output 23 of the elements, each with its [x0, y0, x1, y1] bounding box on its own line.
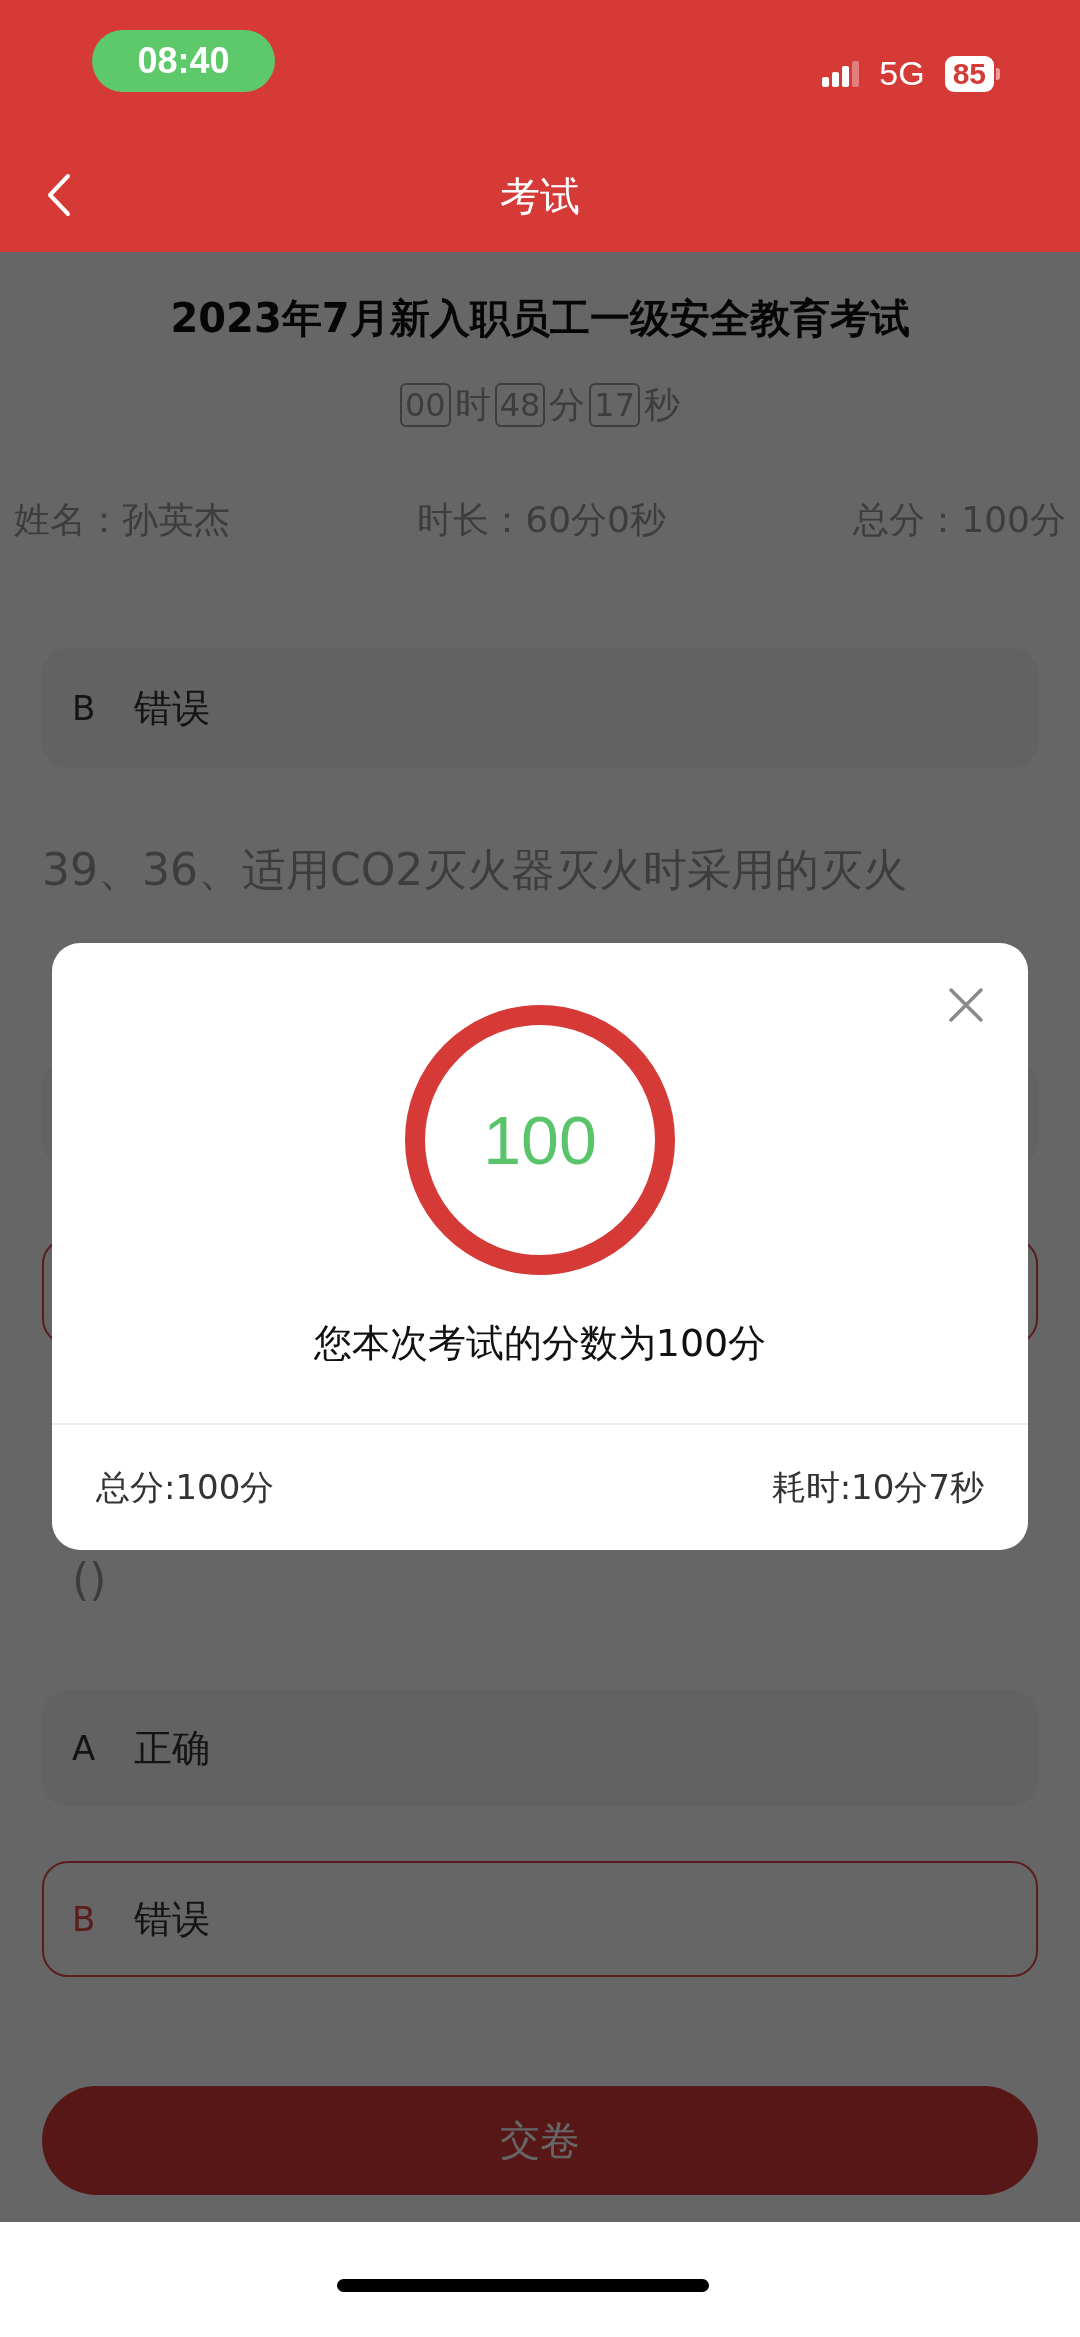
answer-option[interactable]: B 错误: [42, 648, 1038, 768]
status-time: 08:40: [92, 30, 275, 92]
option-letter: B: [71, 1899, 97, 1939]
time-used: 耗时:10分7秒: [771, 1465, 984, 1509]
option-text: 正确: [133, 1724, 210, 1772]
answer-option[interactable]: A 正确: [42, 1690, 1038, 1806]
option-text: 错误: [133, 684, 210, 732]
question-text: (): [71, 1553, 108, 1607]
score-value: 100: [483, 1106, 597, 1174]
signal-icon: [822, 60, 860, 87]
total-score: 总分:100分: [96, 1465, 275, 1509]
battery-cap-icon: [996, 67, 1000, 80]
page-title: 考试: [500, 171, 580, 221]
answer-option[interactable]: B 错误: [42, 1861, 1038, 1977]
option-letter: A: [71, 1728, 97, 1768]
option-text: 错误: [133, 1895, 210, 1943]
score-message: 您本次考试的分数为100分: [313, 1320, 767, 1367]
close-icon[interactable]: [948, 987, 984, 1023]
network-type: 5G: [879, 54, 925, 93]
exam-title: 2023年7月新入职员工一级安全教育考试: [169, 294, 911, 343]
submit-button[interactable]: 交卷: [42, 2086, 1038, 2195]
option-letter: B: [71, 688, 97, 728]
battery-level: 85: [944, 55, 994, 92]
